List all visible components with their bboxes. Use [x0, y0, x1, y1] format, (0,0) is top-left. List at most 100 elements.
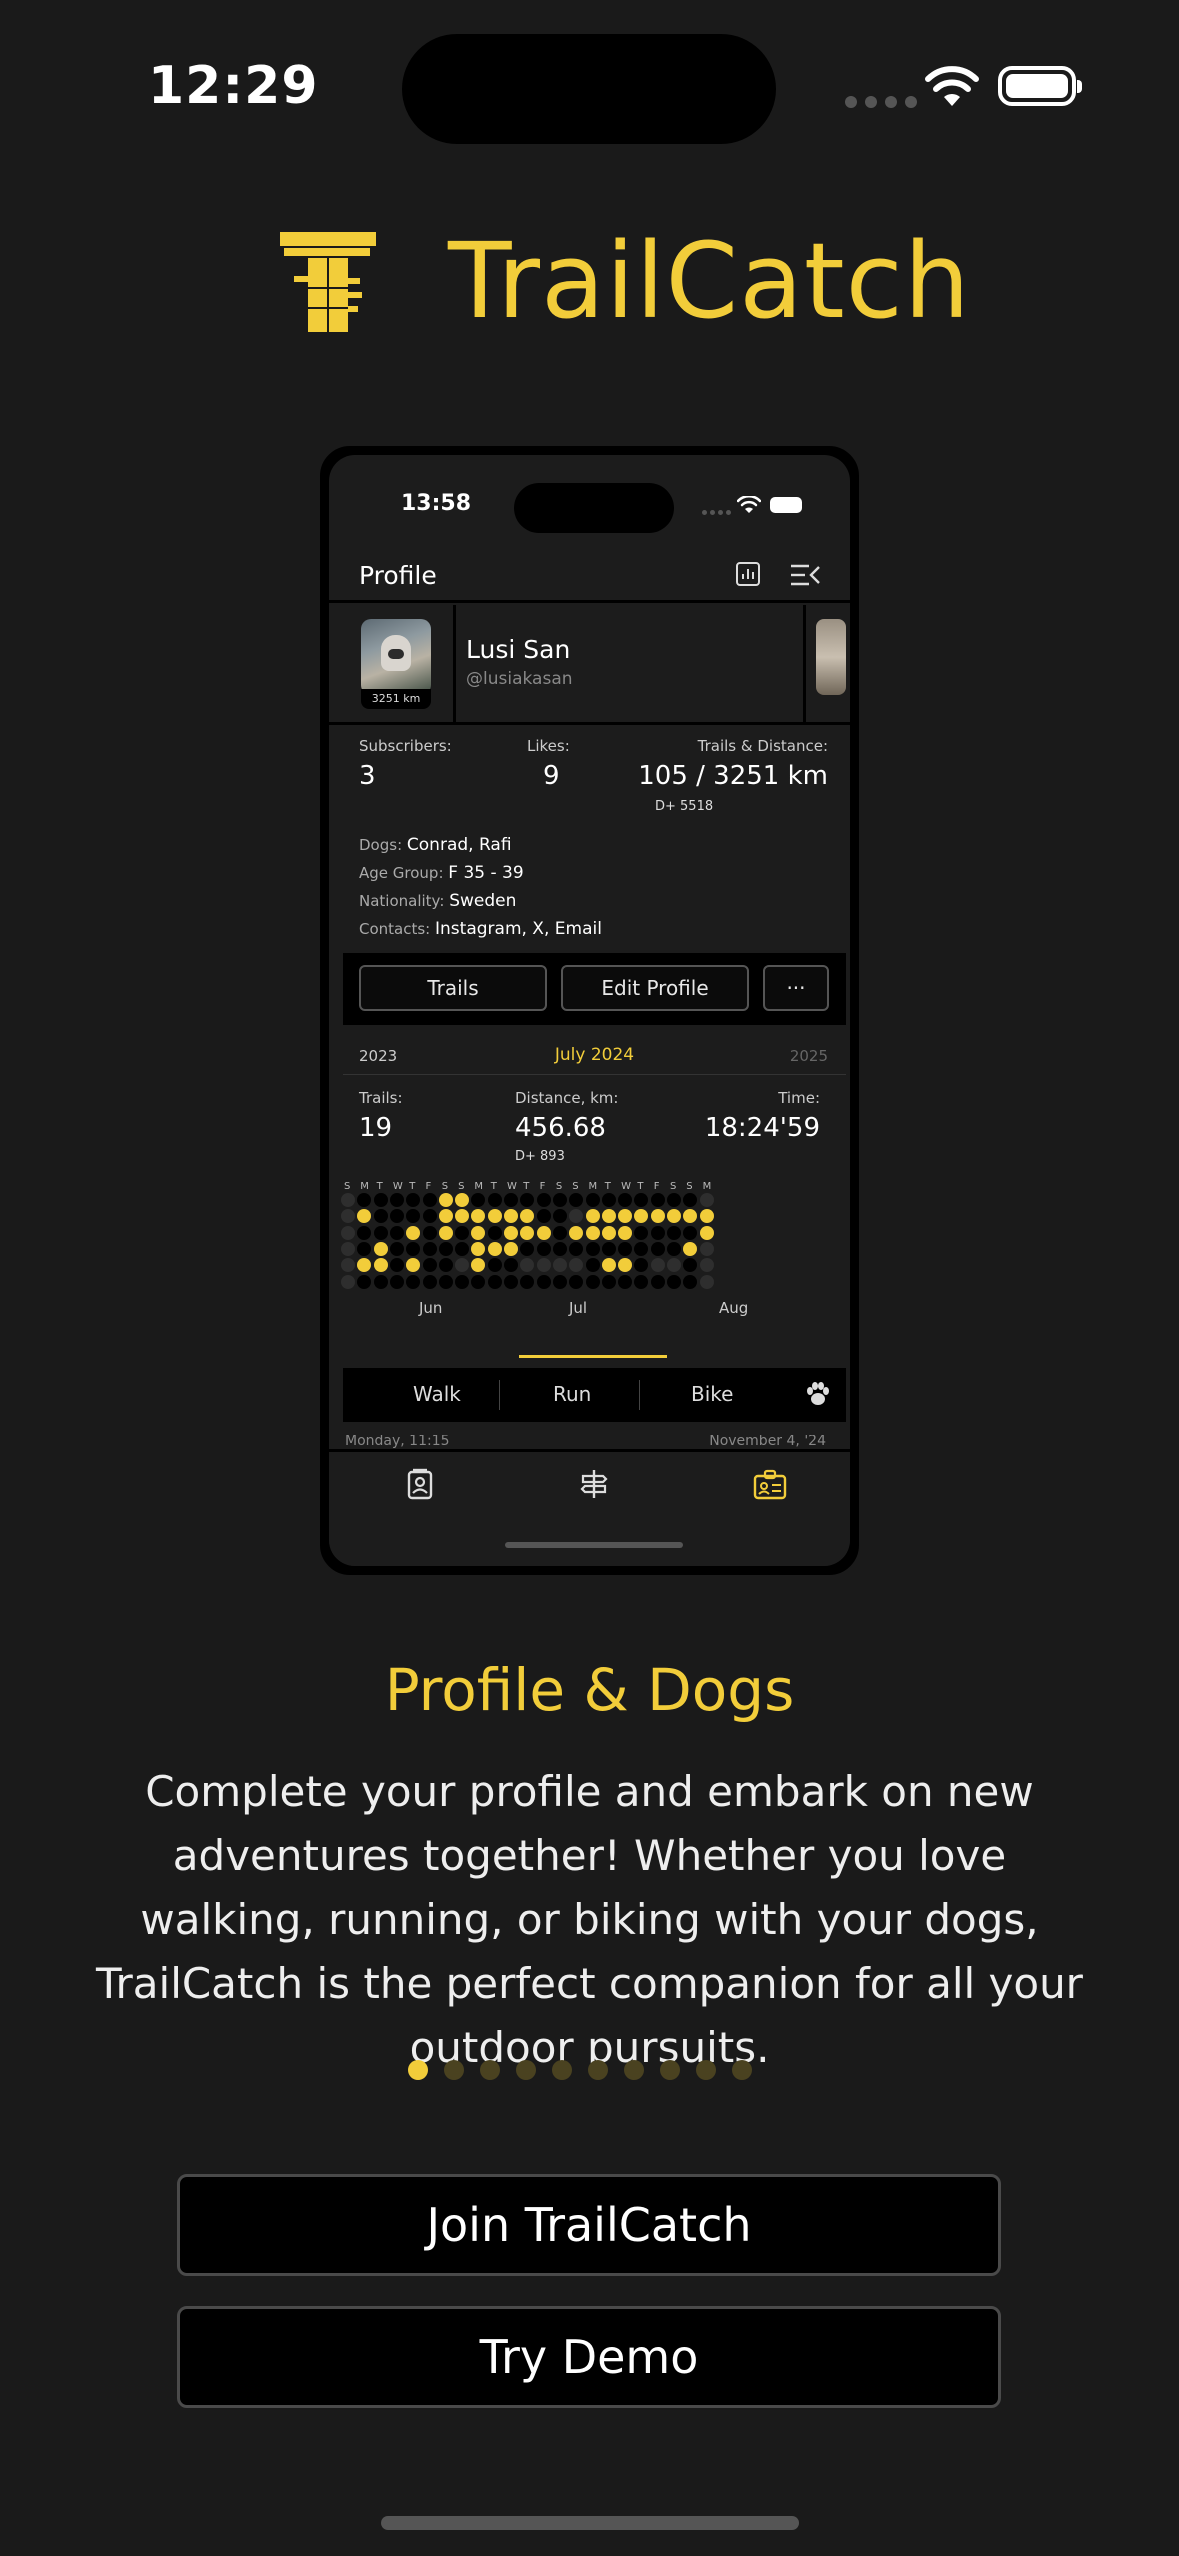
menu-icon[interactable] [789, 563, 821, 587]
activity-day-dot [373, 1225, 388, 1240]
activity-day-dot [455, 1209, 470, 1224]
year-navigator: 2023 July 2024 2025 [343, 1035, 846, 1075]
segment-bike[interactable]: Bike [691, 1382, 733, 1406]
profile-name: Lusi San [466, 635, 571, 664]
activity-day-dot [520, 1274, 535, 1289]
weekday-header: T [604, 1181, 611, 1192]
weekday-header: S [572, 1181, 579, 1192]
paw-icon[interactable] [805, 1382, 831, 1406]
try-demo-button[interactable]: Try Demo [177, 2306, 1001, 2408]
activity-day-dot [406, 1225, 421, 1240]
activity-day-dot [601, 1225, 616, 1240]
activity-day-dot [650, 1258, 665, 1273]
next-dog-thumbnail[interactable] [816, 619, 846, 695]
weekday-header: F [425, 1181, 432, 1192]
activity-day-dot [341, 1241, 355, 1256]
activity-day-dot [406, 1274, 421, 1289]
trails-tab-icon[interactable] [579, 1468, 609, 1500]
weekday-header: M [474, 1181, 484, 1192]
avatar[interactable] [361, 619, 431, 695]
selected-month-indicator [519, 1355, 667, 1358]
activity-day-dot [373, 1209, 388, 1224]
activity-day-dot [487, 1193, 502, 1207]
page-dot[interactable] [588, 2060, 608, 2080]
page-dot[interactable] [408, 2060, 428, 2080]
avatar-cell[interactable]: 3251 km [343, 605, 456, 722]
current-month[interactable]: July 2024 [343, 1045, 846, 1065]
activity-day-dot [422, 1241, 437, 1256]
page-indicator[interactable] [408, 2060, 752, 2080]
subscribers-count[interactable]: 3 [359, 761, 376, 791]
phone-signal-icon [702, 510, 731, 515]
month-trails-count: 19 [359, 1113, 393, 1143]
activity-day-dot [634, 1209, 649, 1224]
activity-day-dot [585, 1274, 600, 1289]
profile-header: Profile [329, 545, 850, 603]
activity-day-dot [683, 1241, 698, 1256]
page-dot[interactable] [732, 2060, 752, 2080]
page-dot[interactable] [516, 2060, 536, 2080]
activity-day-dot [471, 1274, 486, 1289]
likes-label: Likes: [527, 737, 570, 755]
profile-tab-icon[interactable] [753, 1468, 787, 1500]
weekday-header: F [539, 1181, 546, 1192]
segment-walk[interactable]: Walk [413, 1382, 461, 1406]
activity-day-dot [650, 1274, 665, 1289]
page-dot[interactable] [624, 2060, 644, 2080]
page-dot[interactable] [480, 2060, 500, 2080]
join-button[interactable]: Join TrailCatch [177, 2174, 1001, 2276]
page-dot[interactable] [444, 2060, 464, 2080]
activity-day-dot [438, 1241, 453, 1256]
activity-day-dot [552, 1241, 567, 1256]
stats-chart-icon[interactable] [735, 561, 761, 587]
activity-day-dot [650, 1241, 665, 1256]
divider [639, 1380, 640, 1410]
activity-day-dot [667, 1209, 681, 1224]
more-button[interactable]: ··· [763, 965, 829, 1011]
activity-day-dot [683, 1225, 698, 1240]
activity-day-dot [634, 1193, 649, 1207]
activity-day-dot [699, 1241, 714, 1256]
month-distance-label: Distance, km: [515, 1089, 619, 1107]
activity-day-dot [585, 1193, 600, 1207]
edit-profile-button[interactable]: Edit Profile [561, 965, 749, 1011]
activity-day-dot [406, 1258, 421, 1273]
weekday-header: S [686, 1181, 693, 1192]
activity-day-dot [618, 1193, 633, 1207]
activity-day-dot [585, 1258, 600, 1273]
activity-day-dot [455, 1225, 470, 1240]
trails-button[interactable]: Trails [359, 965, 547, 1011]
activity-day-dot [389, 1209, 404, 1224]
segment-run[interactable]: Run [553, 1382, 591, 1406]
page-dot[interactable] [660, 2060, 680, 2080]
activity-day-dot [389, 1274, 404, 1289]
activity-day-dot [683, 1274, 698, 1289]
phone-mockup: 13:58 Profile 3251 km Lusi San @lusiakas… [320, 446, 859, 1575]
battery-icon [998, 66, 1082, 106]
activity-day-dot [389, 1241, 404, 1256]
activity-day-dot [650, 1193, 665, 1207]
activity-day-dot [422, 1225, 437, 1240]
feed-tab-icon[interactable] [405, 1468, 435, 1500]
activity-day-dot [569, 1274, 584, 1289]
activity-day-dot [552, 1258, 567, 1273]
activity-day-dot [438, 1258, 453, 1273]
activity-day-dot [341, 1193, 355, 1207]
trails-distance-value: 105 / 3251 km [638, 761, 828, 791]
activity-day-dot [667, 1225, 681, 1240]
page-dot[interactable] [552, 2060, 572, 2080]
profile-handle: @lusiakasan [466, 669, 573, 689]
month-time-value: 18:24'59 [704, 1113, 820, 1143]
activity-day-dot [455, 1274, 470, 1289]
activity-day-dot [455, 1193, 470, 1207]
phone-tab-bar [329, 1449, 850, 1566]
profile-actions: Trails Edit Profile ··· [343, 953, 846, 1025]
activity-day-dot [471, 1209, 486, 1224]
next-year[interactable]: 2025 [790, 1047, 828, 1065]
likes-count[interactable]: 9 [543, 761, 560, 791]
total-elevation: D+ 5518 [655, 799, 714, 814]
weekday-header: S [670, 1181, 677, 1192]
activity-day-dot [504, 1193, 518, 1207]
activity-day-dot [357, 1241, 372, 1256]
page-dot[interactable] [696, 2060, 716, 2080]
